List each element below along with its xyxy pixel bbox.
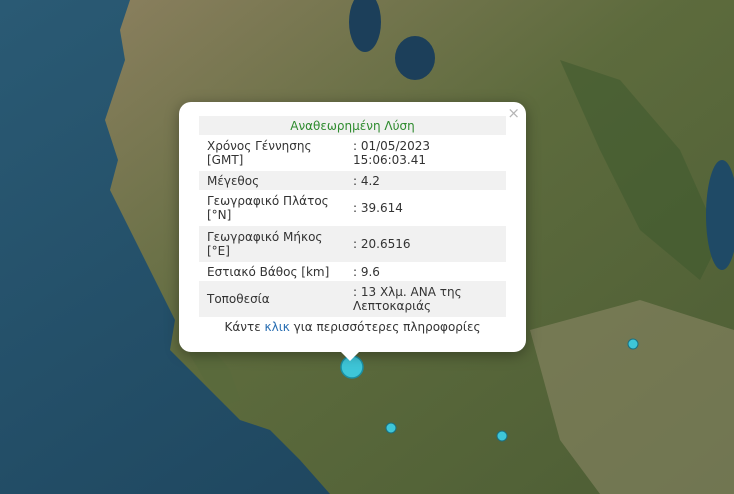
- earthquake-marker[interactable]: [496, 430, 508, 442]
- close-icon[interactable]: ×: [507, 104, 520, 122]
- location-label: Τοποθεσία: [207, 292, 270, 306]
- longitude-value: : 20.6516: [353, 237, 411, 251]
- magnitude-value: : 4.2: [353, 173, 380, 188]
- birth-time-label: Χρόνος Γέννησης [GMT]: [207, 139, 312, 167]
- earthquake-marker[interactable]: [627, 338, 639, 350]
- latitude-label: Γεωγραφικό Πλάτος [°N]: [207, 194, 329, 222]
- more-info-text: Κάντε κλικ για περισσότερες πληροφορίες: [179, 320, 526, 334]
- depth-label: Εστιακό Βάθος [km]: [207, 264, 330, 279]
- depth-value: : 9.6: [353, 264, 380, 279]
- lake: [395, 36, 435, 80]
- popup-title: Αναθεωρημένη Λύση: [199, 116, 506, 135]
- location-value: : 13 Χλμ. ΑΝΑ της Λεπτοκαριάς: [353, 285, 462, 313]
- footer-suffix: για περισσότερες πληροφορίες: [289, 320, 481, 334]
- earthquake-marker[interactable]: [385, 422, 397, 434]
- footer-prefix: Κάντε: [224, 320, 265, 334]
- popup-pointer: [340, 351, 360, 361]
- longitude-label: Γεωγραφικό Μήκος [°E]: [207, 230, 323, 258]
- magnitude-label: Μέγεθος: [207, 173, 260, 188]
- birth-time-value: : 01/05/2023 15:06:03.41: [353, 139, 431, 167]
- info-table: Αναθεωρημένη Λύση Χρόνος Γέννησης [GMT] …: [199, 116, 506, 317]
- more-info-link[interactable]: κλικ: [265, 320, 290, 334]
- latitude-value: : 39.614: [353, 201, 403, 215]
